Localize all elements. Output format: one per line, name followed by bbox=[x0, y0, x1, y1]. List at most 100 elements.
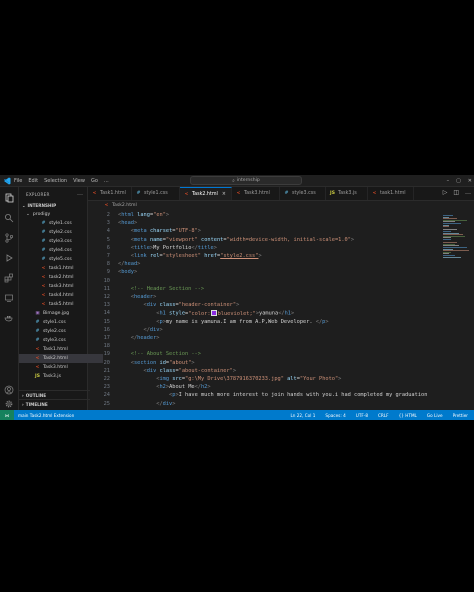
img-file-icon: ▣ bbox=[35, 311, 40, 316]
source-control-icon[interactable] bbox=[4, 233, 14, 243]
close-tab-icon[interactable]: × bbox=[222, 192, 226, 197]
settings-gear-icon[interactable] bbox=[4, 399, 14, 409]
html-file-icon: < bbox=[104, 203, 109, 208]
more-actions-icon[interactable]: … bbox=[77, 190, 83, 197]
vscode-logo-icon bbox=[2, 176, 11, 185]
code-line: <html lang="en"> bbox=[118, 212, 170, 218]
chevron-right-icon: › bbox=[22, 393, 24, 398]
tab-task1-html[interactable]: < Task1.html bbox=[88, 187, 132, 200]
line-number: 17 bbox=[103, 335, 110, 341]
css-file-icon: # bbox=[35, 329, 40, 334]
menu-edit[interactable]: Edit bbox=[28, 178, 38, 184]
line-number: 9 bbox=[106, 269, 110, 276]
status-item[interactable]: Spaces: 4 bbox=[325, 413, 345, 418]
tab-label: style3.css bbox=[292, 191, 316, 196]
menu-bar: File Edit Selection View Go ... bbox=[14, 178, 109, 184]
color-swatch[interactable] bbox=[210, 310, 217, 317]
breadcrumb-file[interactable]: Task2.html bbox=[112, 203, 137, 208]
vscode-window: File Edit Selection View Go ... ⌕ intern… bbox=[0, 175, 474, 420]
minimize-icon[interactable]: – bbox=[447, 178, 450, 184]
tab-label: Task1.html bbox=[100, 191, 126, 196]
code-line: <body> bbox=[118, 269, 138, 276]
code-line: </div> bbox=[143, 326, 163, 333]
status-left[interactable]: main Task2.html Extension bbox=[18, 413, 74, 418]
status-item[interactable]: Go Live bbox=[427, 413, 443, 418]
file-label: style4.css bbox=[49, 248, 72, 253]
html-file-icon: < bbox=[41, 284, 46, 289]
file-label: Task1.html bbox=[43, 347, 68, 352]
menu-selection[interactable]: Selection bbox=[44, 178, 67, 184]
tab-task3-html[interactable]: < Task3.html bbox=[232, 187, 280, 200]
search-activity-icon[interactable] bbox=[4, 213, 14, 223]
workspace-header[interactable]: ⌄ INTERNSHIP bbox=[19, 201, 90, 210]
files-icon[interactable] bbox=[4, 193, 14, 203]
line-number: 10 bbox=[103, 277, 110, 284]
line-number: 7 bbox=[106, 253, 110, 259]
html-file-icon: < bbox=[92, 191, 97, 196]
more-icon[interactable]: … bbox=[465, 189, 471, 196]
status-item[interactable]: Ln 22, Col 1 bbox=[290, 413, 315, 418]
css-file-icon: # bbox=[41, 248, 46, 253]
account-icon[interactable] bbox=[4, 385, 14, 395]
chevron-down-icon: ⌄ bbox=[26, 212, 30, 217]
tab-style3-css[interactable]: # style3.css bbox=[280, 187, 326, 200]
html-file-icon: < bbox=[41, 293, 46, 298]
window-controls: – ▢ ✕ bbox=[447, 178, 472, 184]
code-line: <!-- Header Section --> bbox=[130, 285, 205, 292]
docker-icon[interactable] bbox=[4, 313, 14, 323]
tab-task3-js[interactable]: JS Task3.js bbox=[326, 187, 368, 200]
line-number: 21 bbox=[103, 367, 110, 374]
run-debug-icon[interactable] bbox=[4, 253, 14, 263]
tab-style1-css[interactable]: # style1.css bbox=[132, 187, 180, 200]
tab-task1-html[interactable]: < task1.html bbox=[368, 187, 414, 200]
close-window-icon[interactable]: ✕ bbox=[468, 178, 472, 184]
folder-prodigy[interactable]: ⌄ prodigy bbox=[19, 210, 94, 219]
code-line: <header> bbox=[130, 294, 157, 300]
extensions-icon[interactable] bbox=[4, 273, 14, 283]
timeline-section[interactable]: › TIMELINE bbox=[19, 399, 90, 409]
css-file-icon: # bbox=[41, 239, 46, 244]
status-item[interactable]: Prettier bbox=[453, 413, 468, 418]
line-number: 22 bbox=[103, 376, 110, 382]
status-item[interactable]: UTF-8 bbox=[356, 413, 368, 418]
status-item[interactable]: CRLF bbox=[378, 413, 389, 418]
code-editor[interactable]: 2 3 4 5 6 7 8 9 10 11 12 13 14 15 16 17 18 19 20 21 22 23 24 25… bbox=[88, 211, 438, 410]
split-editor-icon[interactable]: ◫ bbox=[453, 189, 459, 196]
command-center-search[interactable]: ⌕ internship bbox=[190, 176, 302, 185]
minimap[interactable] bbox=[439, 211, 474, 410]
remote-indicator-icon[interactable]: ⋈ bbox=[0, 410, 14, 420]
minimap-line bbox=[443, 226, 449, 228]
editor-actions: ▷ ◫ … bbox=[443, 189, 471, 196]
status-item[interactable]: {} HTML bbox=[399, 413, 417, 418]
file-label: style5.css bbox=[49, 257, 72, 262]
line-number: 3 bbox=[106, 220, 110, 227]
menu-more[interactable]: ... bbox=[104, 178, 109, 184]
code-line: <div class="about-container"> bbox=[143, 367, 237, 374]
activity-bar bbox=[0, 187, 19, 410]
code-line: </head> bbox=[118, 261, 141, 268]
code-line: <meta name="viewport" content="width=dev… bbox=[130, 236, 355, 243]
code-line: </header> bbox=[130, 335, 160, 341]
breadcrumb: < Task2.html bbox=[88, 201, 137, 210]
menu-file[interactable]: File bbox=[14, 178, 22, 184]
maximize-icon[interactable]: ▢ bbox=[456, 178, 461, 184]
tab-label: Task2.html bbox=[192, 191, 218, 197]
run-icon[interactable]: ▷ bbox=[443, 189, 448, 196]
remote-explorer-icon[interactable] bbox=[4, 293, 14, 303]
line-number: 13 bbox=[103, 302, 110, 309]
search-text: internship bbox=[236, 178, 260, 183]
file-label: Task3.html bbox=[43, 365, 68, 370]
line-number: 20 bbox=[103, 359, 110, 366]
minimap-line bbox=[443, 256, 461, 258]
file-label: task2.html bbox=[49, 275, 74, 280]
menu-go[interactable]: Go bbox=[91, 178, 98, 184]
code-line: <h1 style="color: blueviolet;">yamuna</h1… bbox=[156, 310, 295, 317]
menu-view[interactable]: View bbox=[73, 178, 85, 184]
css-file-icon: # bbox=[284, 191, 289, 196]
tab-task2-html[interactable]: < Task2.html × bbox=[180, 187, 232, 200]
html-file-icon: < bbox=[35, 356, 40, 361]
html-file-icon: < bbox=[41, 302, 46, 307]
line-number: 18 bbox=[103, 343, 110, 350]
